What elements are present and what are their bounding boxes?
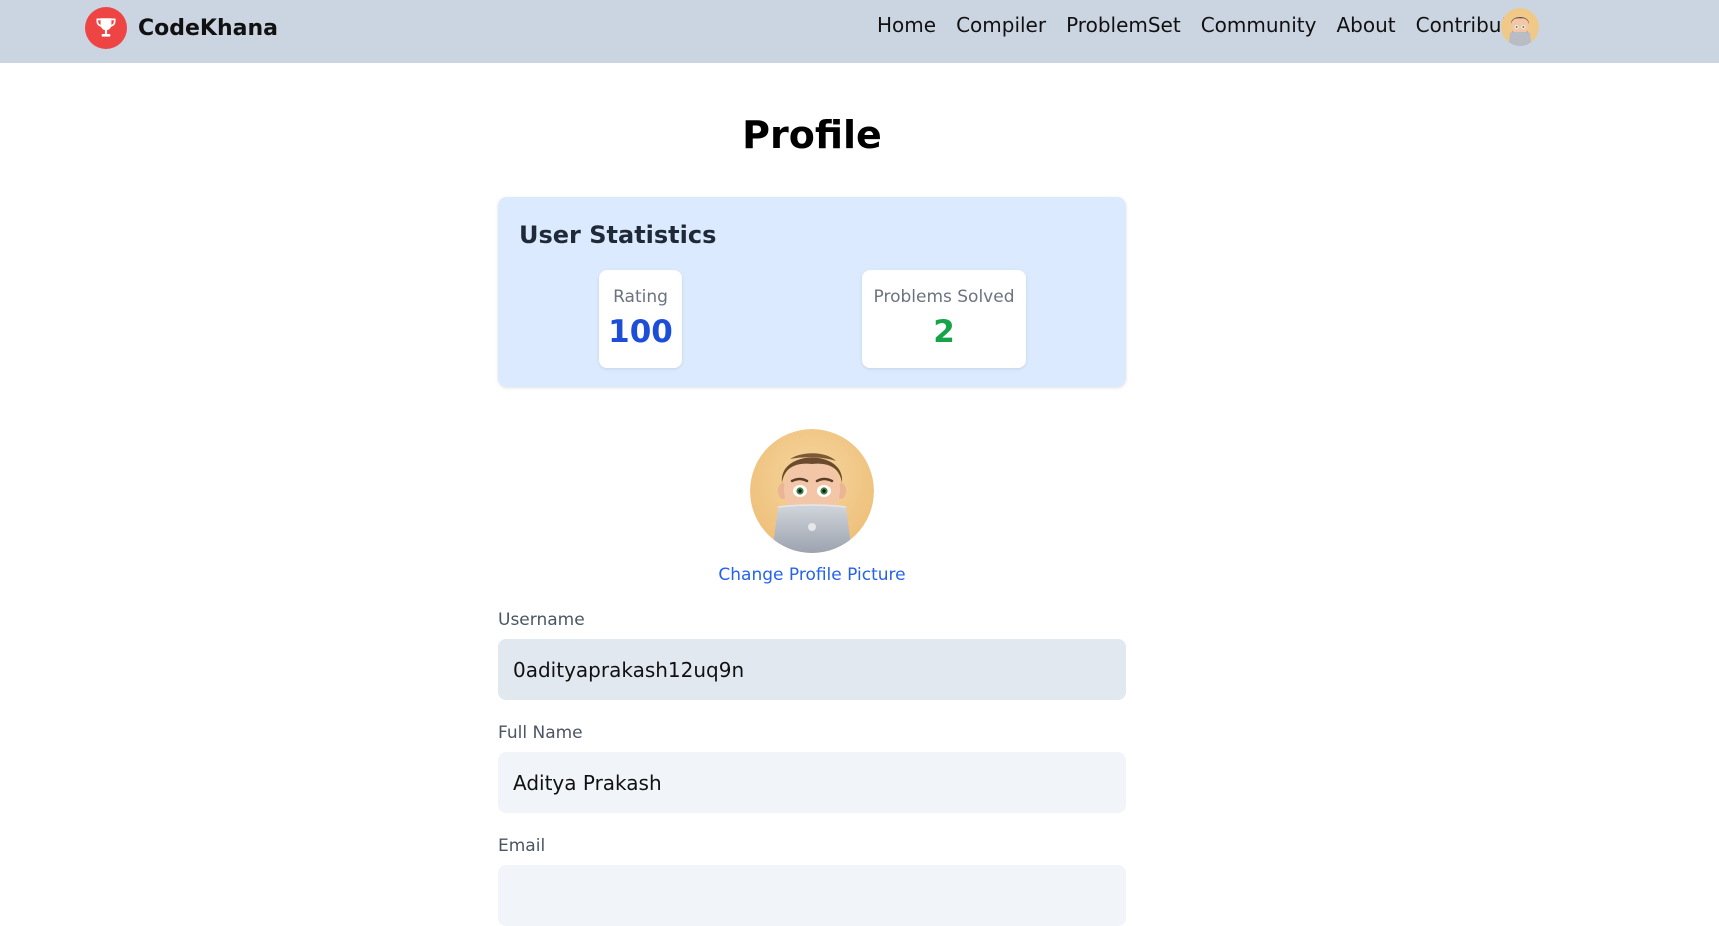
username-input[interactable] (498, 639, 1126, 700)
change-profile-picture-link[interactable]: Change Profile Picture (0, 565, 1624, 585)
rating-label: Rating (613, 287, 668, 307)
full-name-input[interactable] (498, 752, 1126, 813)
full-name-label: Full Name (498, 723, 583, 743)
trophy-icon (85, 7, 127, 49)
problems-solved-value: 2 (933, 314, 955, 350)
username-label: Username (498, 610, 585, 630)
problems-solved-stat: Problems Solved 2 (862, 270, 1026, 368)
brand-name: CodeKhana (138, 15, 278, 41)
stats-heading: User Statistics (519, 221, 717, 249)
avatar-icon (1501, 8, 1539, 46)
navbar: CodeKhana Home Compiler ProblemSet Commu… (0, 0, 1719, 63)
email-label: Email (498, 836, 546, 856)
nav-home[interactable]: Home (877, 13, 936, 37)
nav-compiler[interactable]: Compiler (956, 13, 1046, 37)
nav-community[interactable]: Community (1201, 13, 1317, 37)
nav-problemset[interactable]: ProblemSet (1066, 13, 1181, 37)
rating-value: 100 (608, 314, 673, 350)
email-input[interactable] (498, 865, 1126, 926)
page-title: Profile (742, 113, 882, 157)
nav-links: Home Compiler ProblemSet Community About… (877, 0, 1542, 50)
rating-stat: Rating 100 (599, 270, 682, 368)
brand-link[interactable]: CodeKhana (85, 7, 278, 49)
profile-picture (750, 429, 874, 553)
user-avatar-menu[interactable] (1501, 8, 1539, 46)
nav-about[interactable]: About (1336, 13, 1395, 37)
problems-solved-label: Problems Solved (873, 287, 1015, 307)
memoji-avatar-icon (750, 429, 874, 553)
user-statistics-card: User Statistics Rating 100 Problems Solv… (498, 197, 1126, 387)
